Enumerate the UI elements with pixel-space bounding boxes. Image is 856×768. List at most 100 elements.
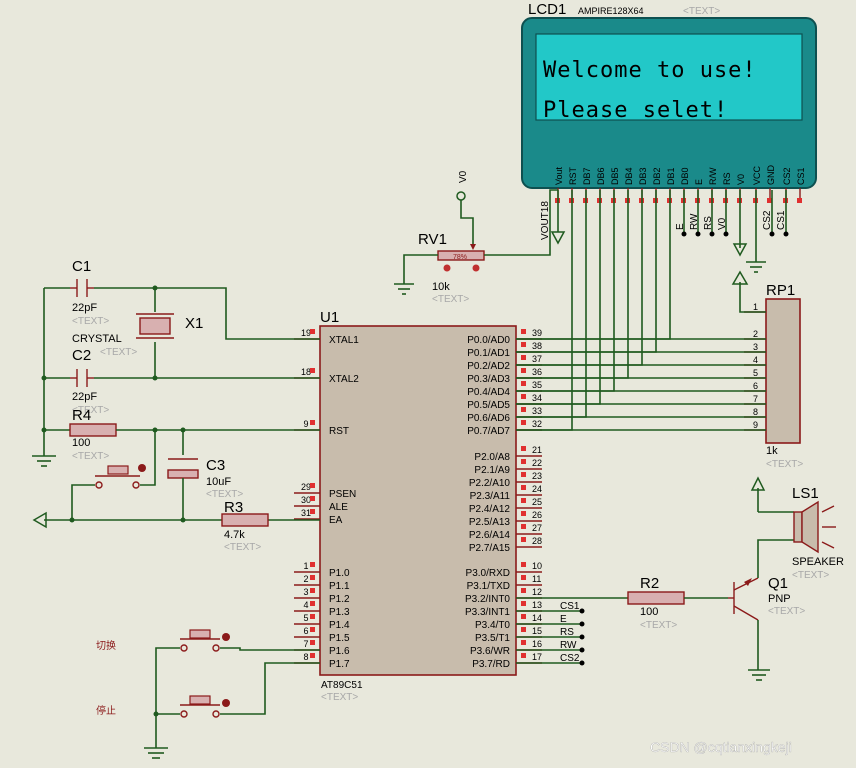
u1-pin-marker bbox=[310, 653, 315, 658]
u1-pin-name: XTAL1 bbox=[329, 335, 359, 346]
u1-pin-marker bbox=[521, 394, 526, 399]
u1-pin-number: 5 bbox=[303, 613, 308, 623]
u1-pin-marker bbox=[521, 601, 526, 606]
lcd-model: AMPIRE128X64 bbox=[578, 6, 644, 16]
rv1-net: V0 bbox=[458, 170, 469, 183]
rp1-pins: 1 2 3 4 5 6 7 8 9 bbox=[744, 302, 766, 431]
lcd-pin-label: Vout bbox=[554, 166, 564, 185]
u1-pin-name: PSEN bbox=[329, 489, 356, 500]
u1-pin-number: 39 bbox=[532, 328, 542, 338]
u1-pin-name: P0.1/AD1 bbox=[467, 348, 510, 359]
u1-pin-name: P0.7/AD7 bbox=[467, 426, 510, 437]
u1-pin-marker bbox=[521, 511, 526, 516]
c1-text: <TEXT> bbox=[72, 316, 109, 327]
u1-pin-number: 21 bbox=[532, 445, 542, 455]
lcd-pin-label: DB2 bbox=[652, 167, 662, 185]
u1-pin-marker bbox=[310, 562, 315, 567]
u1-pin-name: P0.6/AD6 bbox=[467, 413, 510, 424]
u1-pin-number: 14 bbox=[532, 613, 542, 623]
lcd-pin-label: R/W bbox=[708, 167, 718, 185]
u1-pin-number: 30 bbox=[301, 495, 311, 505]
u1-pin-name: P1.6 bbox=[329, 646, 350, 657]
rv1-pct: 78% bbox=[453, 254, 467, 261]
rp1-pin-number: 8 bbox=[753, 407, 758, 417]
u1-pin-number: 1 bbox=[303, 561, 308, 571]
u1-pin-marker bbox=[310, 640, 315, 645]
u1[interactable]: U1 AT89C51 <TEXT> 19XTAL118XTAL29RST29PS… bbox=[294, 309, 542, 703]
u1-pin-name: P1.7 bbox=[329, 659, 350, 670]
c1-ref: C1 bbox=[72, 258, 91, 275]
lcd-pin-label: GND bbox=[766, 165, 776, 186]
u1-pin-number: 16 bbox=[532, 639, 542, 649]
u1-pin-number: 19 bbox=[301, 328, 311, 338]
u1-pin-marker bbox=[310, 509, 315, 514]
r2-text: <TEXT> bbox=[640, 620, 677, 631]
u1-pin-name: P3.1/TXD bbox=[467, 581, 510, 592]
u1-pin-number: 10 bbox=[532, 561, 542, 571]
ls1-ref: LS1 bbox=[792, 485, 819, 502]
u1-pin-name: P1.3 bbox=[329, 607, 350, 618]
u1-pin-marker bbox=[310, 627, 315, 632]
u1-pin-marker bbox=[310, 575, 315, 580]
lcd-line2: Please selet! bbox=[543, 98, 728, 123]
u1-pin-marker bbox=[310, 601, 315, 606]
r2-ref: R2 bbox=[640, 575, 659, 592]
u1-pin-name: ALE bbox=[329, 502, 348, 513]
lcd-pin-label: V0 bbox=[736, 174, 746, 185]
rp1-pin-number: 1 bbox=[753, 302, 758, 312]
r4-ref: R4 bbox=[72, 407, 91, 424]
u1-pin-name: P2.4/A12 bbox=[469, 504, 511, 515]
c1-value: 22pF bbox=[72, 302, 97, 314]
u1-pin-marker bbox=[521, 381, 526, 386]
r4-value: 100 bbox=[72, 437, 90, 449]
lcd-pin-label: RST bbox=[568, 166, 578, 185]
watermark: CSDN @cqtianxingkeji bbox=[650, 739, 792, 755]
lcd1[interactable]: LCD1 AMPIRE128X64 <TEXT> Welcome to use!… bbox=[521, 1, 817, 203]
u1-pin-marker bbox=[310, 588, 315, 593]
lcd-pin-marker bbox=[797, 198, 802, 203]
u1-pin-name: P3.6/WR bbox=[470, 646, 510, 657]
lcd-pin-label: CS1 bbox=[796, 167, 806, 185]
x1-ref: X1 bbox=[185, 315, 203, 332]
u1-pin-marker bbox=[521, 342, 526, 347]
rp1-pin-number: 5 bbox=[753, 368, 758, 378]
q1-value: PNP bbox=[768, 593, 791, 605]
x1-value: CRYSTAL bbox=[72, 333, 122, 345]
u1-pin-number: 17 bbox=[532, 652, 542, 662]
u1-pin-number: 25 bbox=[532, 497, 542, 507]
u1-pin-name: XTAL2 bbox=[329, 374, 359, 385]
u1-pin-name: P2.1/A9 bbox=[474, 465, 510, 476]
u1-pin-number: 27 bbox=[532, 523, 542, 533]
u1-pin-name: P0.4/AD4 bbox=[467, 387, 510, 398]
lcd-pin-label: E bbox=[694, 179, 704, 185]
u1-pin-number: 23 bbox=[532, 471, 542, 481]
r4-text: <TEXT> bbox=[72, 451, 109, 462]
u1-pin-marker bbox=[521, 485, 526, 490]
u1-pin-number: 35 bbox=[532, 380, 542, 390]
u1-pin-marker bbox=[521, 524, 526, 529]
lcd-pin-label: DB5 bbox=[610, 167, 620, 185]
lcd-pin-label: DB0 bbox=[680, 167, 690, 185]
u1-pin-name: P2.5/A13 bbox=[469, 517, 511, 528]
rp1-pin-number: 2 bbox=[753, 329, 758, 339]
lcd-pin-label: RS bbox=[722, 172, 732, 185]
lcd-pin-label: VCC bbox=[752, 165, 762, 185]
rp1-pin-number: 3 bbox=[753, 342, 758, 352]
lcd-pin-labels: Vout RST DB7 DB6 DB5 DB4 DB3 DB2 DB1 DB0 E R/W RS V0 V… bbox=[554, 165, 806, 203]
u1-pin-marker bbox=[521, 355, 526, 360]
rv1[interactable]: RV1 78% 10k <TEXT> V0 bbox=[418, 170, 485, 305]
q1-ref: Q1 bbox=[768, 575, 788, 592]
u1-text: <TEXT> bbox=[321, 692, 358, 703]
u1-pin-marker bbox=[521, 420, 526, 425]
u1-pin-name: P0.5/AD5 bbox=[467, 400, 510, 411]
rp1-pin-number: 7 bbox=[753, 394, 758, 404]
u1-pin-name: P3.3/INT1 bbox=[465, 607, 510, 618]
u1-pin-marker bbox=[521, 640, 526, 645]
rp1[interactable]: RP1 1k <TEXT> 1 2 3 4 5 6 7 8 9 bbox=[744, 282, 803, 470]
u1-pin-marker bbox=[521, 575, 526, 580]
rv1-value: 10k bbox=[432, 281, 450, 293]
lcd-pin-label: DB4 bbox=[624, 167, 634, 185]
lcd-pin-label: DB7 bbox=[582, 167, 592, 185]
schematic-canvas: LCD1 AMPIRE128X64 <TEXT> Welcome to use!… bbox=[32, 1, 844, 759]
u1-pin-number: 13 bbox=[532, 600, 542, 610]
